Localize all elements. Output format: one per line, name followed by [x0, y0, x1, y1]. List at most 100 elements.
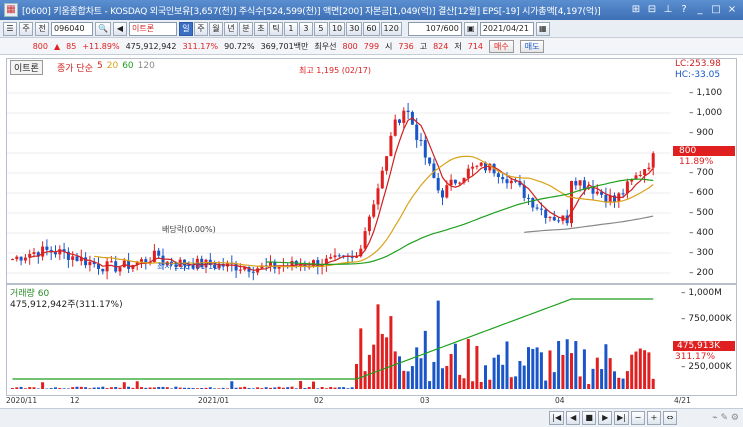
period-button[interactable]: 초	[253, 21, 268, 36]
search-icon[interactable]: 🔍	[95, 21, 111, 36]
toolbar: ☰ 주 전 096040 🔍 ◀ 이트론 일 주 월 년 분 초 틱 1 3 5 10 30 60 120…	[0, 20, 743, 38]
volume-bar	[479, 381, 483, 389]
volume-bar	[174, 386, 178, 389]
volume-y-axis: – 1,000M – 750,000K – 250,000K	[671, 285, 737, 395]
volume-bar	[195, 388, 199, 389]
period-button[interactable]: 월	[208, 21, 223, 36]
maximize-icon[interactable]: □	[709, 3, 723, 17]
candle	[251, 271, 255, 273]
current-price-marker: 800	[673, 146, 735, 156]
minimize-icon[interactable]: _	[693, 3, 707, 17]
close-icon[interactable]: ×	[725, 3, 739, 17]
volume-bar	[62, 388, 66, 389]
volume-bar	[617, 377, 621, 389]
candle	[453, 179, 457, 184]
candle	[363, 231, 367, 249]
volume-bar	[58, 388, 62, 389]
volume-bar	[436, 300, 440, 389]
candle	[372, 204, 376, 217]
zoom-in-icon[interactable]: +	[647, 411, 661, 425]
candle	[406, 110, 410, 112]
x-axis-label: 2020/11	[6, 396, 38, 405]
volume-bar	[591, 368, 595, 389]
period-button[interactable]: 틱	[268, 21, 283, 36]
change-pct: +11.89%	[82, 41, 120, 51]
volume-bar	[200, 388, 204, 389]
scroll-first-icon[interactable]: |◀	[549, 411, 565, 425]
sell-button[interactable]: 매도	[519, 39, 545, 53]
volume-bar	[15, 387, 19, 389]
candle	[531, 198, 535, 208]
menu-icon[interactable]: ☰	[3, 21, 17, 36]
stock-name-field[interactable]: 이트론	[128, 21, 177, 36]
period-button[interactable]: 30	[346, 21, 363, 36]
volume-bar	[36, 388, 40, 389]
period-button[interactable]: 120	[380, 21, 402, 36]
candle	[41, 246, 45, 257]
volume-ma-line	[12, 298, 654, 380]
price-y-label: – 1,000	[689, 108, 723, 118]
volume-bar	[217, 388, 221, 389]
period-button[interactable]: 년	[223, 21, 238, 36]
volume-bar	[316, 388, 320, 389]
scroll-stop-icon[interactable]: ■	[582, 411, 597, 425]
period-button[interactable]: 분	[238, 21, 253, 36]
volume-bar	[157, 386, 161, 389]
volume-bar	[453, 343, 457, 389]
candle	[471, 166, 475, 169]
scroll-bar: |◀ ◀ ■ ▶ ▶| − + ⇔ ⌁ ✎ ⚙	[0, 408, 743, 427]
title-bar: ▦ [0600] 키움종합차트 - KOSDAQ 외국인보유[3,657(천)]…	[0, 0, 743, 20]
volume-bar	[449, 353, 453, 389]
period-button[interactable]: 5	[313, 21, 328, 36]
candle	[479, 162, 483, 166]
volume-bar	[247, 388, 251, 389]
period-button[interactable]: 일	[178, 21, 193, 36]
volume-bar	[66, 388, 70, 389]
help-icon[interactable]: ?	[677, 3, 691, 17]
volume-icon[interactable]: ◀	[112, 21, 127, 36]
volume-panel[interactable]: 거래량 60 475,912,942주(311.17%) – 1,000M – 7…	[6, 284, 737, 396]
best-label: 최우선	[314, 41, 337, 51]
volume-bar	[466, 339, 470, 389]
candle	[651, 153, 655, 168]
buy-button[interactable]: 매수	[489, 39, 514, 53]
period-button[interactable]: 1	[283, 21, 298, 36]
volume-bar	[367, 354, 371, 389]
price-panel[interactable]: 이트론 종가 단순 5 20 60 120 최고 1,195 (02/17) 최저 22…	[6, 58, 737, 284]
volume-bar	[570, 353, 573, 389]
candle	[23, 257, 27, 261]
zoom-out-icon[interactable]: −	[631, 411, 645, 425]
current-volume-marker: 475,913K	[673, 341, 735, 351]
pin-icon[interactable]: ⊥	[661, 3, 675, 17]
volume-bar	[363, 371, 367, 389]
period-button[interactable]: 60	[363, 21, 380, 36]
count-field[interactable]: 107/600	[407, 21, 462, 36]
scroll-prev-icon[interactable]: ◀	[566, 411, 581, 425]
stock-code-input[interactable]: 096040	[51, 21, 93, 36]
link-icon[interactable]: ⊞	[629, 3, 643, 17]
x-axis-label: 2021/01	[198, 396, 230, 405]
scroll-last-icon[interactable]: ▶|	[614, 411, 629, 425]
lock-icon[interactable]: ▣	[463, 21, 478, 36]
volume-bar	[79, 386, 83, 389]
volume-bar	[372, 344, 376, 389]
volume-bar	[643, 350, 647, 389]
price-change: 85	[66, 41, 77, 51]
jeon-button[interactable]: 전	[35, 21, 49, 36]
candle	[436, 177, 440, 191]
volume-bar	[475, 345, 479, 389]
period-button[interactable]: 3	[298, 21, 313, 36]
date-field[interactable]: 2021/04/21	[479, 21, 534, 36]
volume-bar	[595, 357, 599, 389]
price-y-label: – 500	[689, 208, 714, 218]
ju-button[interactable]: 주	[19, 21, 33, 36]
calendar-icon[interactable]: ▦	[535, 21, 550, 36]
period-button[interactable]: 10	[328, 21, 346, 36]
scroll-next-icon[interactable]: ▶	[598, 411, 613, 425]
tile-icon[interactable]: ⊟	[645, 3, 659, 17]
volume-bar	[488, 379, 492, 389]
volume-bar	[561, 354, 565, 389]
x-axis-label: 03	[420, 396, 430, 405]
period-button[interactable]: 주	[193, 21, 208, 36]
expand-icon[interactable]: ⇔	[663, 411, 677, 425]
